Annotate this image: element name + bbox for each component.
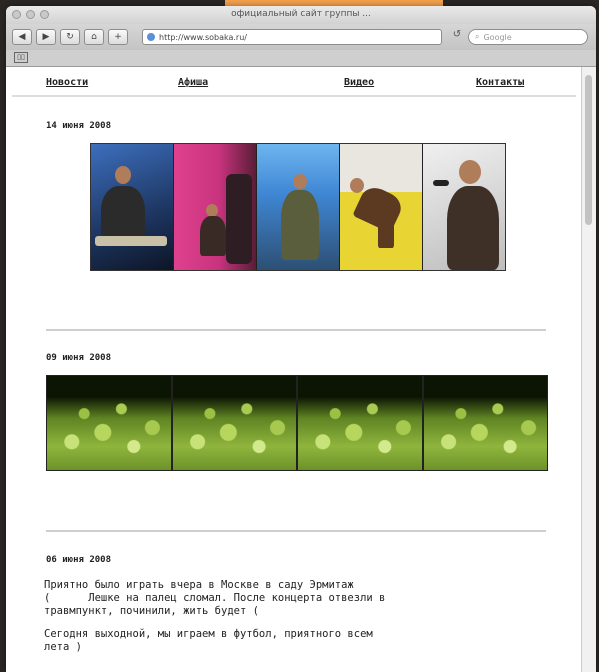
- post-text-line: Сегодня выходной, мы играем в футбол, пр…: [44, 628, 373, 640]
- bookmarks-icon[interactable]: ▯▯: [14, 52, 28, 63]
- browser-toolbar: ◀ ▶ ↻ ⌂ + http://www.sobaka.ru/ ↺ ⌕ Goog…: [6, 24, 596, 50]
- reload-button[interactable]: ↻: [60, 29, 80, 45]
- concert-photo[interactable]: [340, 144, 423, 270]
- photo-strip-grass[interactable]: [46, 375, 548, 471]
- concert-photo[interactable]: [257, 144, 340, 270]
- post-text-line: ( Лешке на палец сломал. После концерта …: [44, 592, 386, 604]
- title-bar: официальный сайт группы ...: [6, 6, 596, 24]
- grass-photo[interactable]: [47, 376, 173, 470]
- nav-news-link[interactable]: Новости: [46, 77, 88, 88]
- post-divider: [46, 530, 546, 532]
- grass-photo[interactable]: [423, 376, 547, 470]
- grass-photo[interactable]: [298, 376, 424, 470]
- post-date: 06 июня 2008: [46, 555, 112, 565]
- site-icon: [147, 33, 155, 41]
- back-button[interactable]: ◀: [12, 29, 32, 45]
- bookmarks-bar: ▯▯: [6, 50, 596, 67]
- reload-icon: ↻: [66, 32, 74, 42]
- search-placeholder: Google: [483, 32, 512, 42]
- home-icon: ⌂: [91, 32, 97, 42]
- post-date: 14 июня 2008: [46, 121, 112, 131]
- concert-photo[interactable]: [423, 144, 505, 270]
- grass-photo[interactable]: [172, 376, 298, 470]
- page-content: Новости Афиша Видео Контакты 14 июня 200…: [6, 67, 582, 672]
- nav-events-link[interactable]: Афиша: [178, 77, 208, 88]
- photo-strip-concert[interactable]: [90, 143, 506, 271]
- search-field[interactable]: ⌕ Google: [468, 29, 588, 45]
- search-icon: ⌕: [475, 32, 480, 41]
- concert-photo[interactable]: [174, 144, 257, 270]
- vertical-scrollbar[interactable]: [581, 67, 596, 672]
- post-text-line: Приятно было играть вчера в Москве в сад…: [44, 579, 354, 591]
- post-text-line: травмпункт, починили, жить будет (: [44, 605, 259, 617]
- window-title: официальный сайт группы ...: [231, 9, 371, 19]
- nav-divider: [12, 95, 576, 97]
- post-text: Приятно было играть вчера в Москве в сад…: [44, 579, 554, 654]
- post-divider: [46, 329, 546, 331]
- add-bookmark-button[interactable]: +: [108, 29, 128, 45]
- address-text: http://www.sobaka.ru/: [159, 32, 247, 42]
- post-text-line: лета ): [44, 641, 82, 653]
- concert-photo[interactable]: [91, 144, 174, 270]
- address-bar[interactable]: http://www.sobaka.ru/: [142, 29, 442, 45]
- browser-window: официальный сайт группы ... ◀ ▶ ↻ ⌂ + ht…: [6, 6, 596, 672]
- forward-arrow-icon: ▶: [42, 32, 50, 42]
- back-arrow-icon: ◀: [18, 32, 26, 42]
- nav-contacts-link[interactable]: Контакты: [476, 77, 524, 88]
- forward-button[interactable]: ▶: [36, 29, 56, 45]
- snapback-icon[interactable]: ↺: [450, 29, 464, 45]
- nav-video-link[interactable]: Видео: [344, 77, 374, 88]
- post-date: 09 июня 2008: [46, 353, 112, 363]
- home-button[interactable]: ⌂: [84, 29, 104, 45]
- plus-icon: +: [114, 32, 122, 42]
- scrollbar-thumb[interactable]: [585, 75, 592, 225]
